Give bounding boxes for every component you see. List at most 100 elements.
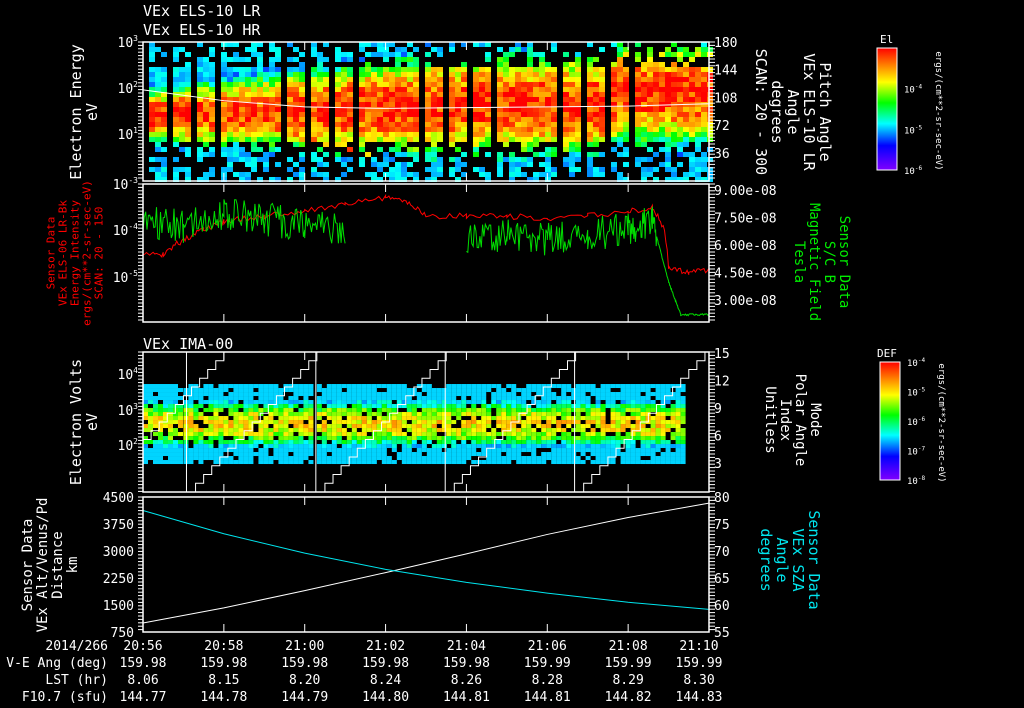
left-tick-label: 2250 (103, 572, 134, 587)
spectrogram-cell (395, 72, 401, 77)
spectrogram-cell (461, 62, 467, 67)
spectrogram-cell (683, 142, 689, 147)
spectrogram-cell (376, 404, 382, 409)
spectrogram-cell (509, 107, 515, 112)
spectrogram-cell (218, 400, 224, 405)
spectrogram-cell (163, 400, 168, 405)
spectrogram-cell (317, 132, 323, 137)
spectrogram-cell (396, 424, 402, 429)
spectrogram-cell (245, 67, 251, 72)
spectrogram-cell (383, 132, 389, 137)
spectrogram-cell (203, 432, 209, 437)
spectrogram-cell (233, 107, 239, 112)
spectrogram-cell (593, 87, 599, 92)
spectrogram-cell (701, 97, 707, 102)
spectrogram-cell (153, 456, 158, 461)
spectrogram-cell (298, 416, 304, 421)
spectrogram-cell (625, 460, 631, 465)
spectrogram-cell (635, 392, 641, 397)
spectrogram-cell (580, 440, 586, 445)
spectrogram-cell (659, 82, 665, 87)
spectrogram-cell (437, 112, 443, 117)
spectrogram-cell (361, 408, 367, 413)
spectrogram-cell (625, 432, 631, 437)
spectrogram-cell (680, 428, 686, 433)
spectrogram-cell (268, 436, 274, 441)
spectrogram-cell (223, 444, 229, 449)
spectrogram-cell (233, 416, 239, 421)
spectrogram-cell (221, 92, 227, 97)
spectrogram-cell (660, 412, 666, 417)
spectrogram-cell (298, 432, 304, 437)
spectrogram-cell (253, 408, 259, 413)
spectrogram-cell (431, 132, 437, 137)
spectrogram-cell (635, 408, 641, 413)
spectrogram-cell (635, 456, 641, 461)
spectrogram-cell (243, 444, 249, 449)
spectrogram-cell (647, 97, 653, 102)
spectrogram-cell (317, 102, 323, 107)
spectrogram-cell (308, 392, 314, 397)
spectrogram-cell (620, 420, 626, 425)
spectrogram-cell (575, 137, 581, 142)
spectrogram-cell (148, 392, 153, 397)
spectrogram-cell (238, 392, 244, 397)
spectrogram-cell (411, 428, 417, 433)
spectrogram-cell (595, 440, 601, 445)
spectrogram-cell (625, 384, 631, 389)
spectrogram-cell (288, 436, 294, 441)
spectrogram-cell (571, 416, 577, 421)
spectrogram-cell (521, 420, 527, 425)
spectrogram-cell (645, 428, 651, 433)
spectrogram-cell (316, 436, 322, 441)
spectrogram-cell (556, 396, 562, 401)
spectrogram-cell (501, 396, 507, 401)
spectrogram-cell (620, 424, 626, 429)
spectrogram-cell (273, 384, 279, 389)
spectrogram-cell (401, 102, 407, 107)
spectrogram-cell (347, 132, 353, 137)
spectrogram-cell (183, 400, 189, 405)
spectrogram-cell (683, 47, 689, 52)
spectrogram-cell (155, 142, 161, 147)
spectrogram-cell (326, 392, 332, 397)
spectrogram-cell (179, 137, 185, 142)
spectrogram-cell (257, 77, 263, 82)
spectrogram-cell (416, 436, 422, 441)
spectrogram-cell (208, 440, 214, 445)
spectrogram-cell (317, 122, 323, 127)
spectrogram-cell (509, 162, 515, 167)
spectrogram-cell (347, 92, 353, 97)
spectrogram-cell (545, 122, 551, 127)
spectrogram-cell (451, 412, 457, 417)
spectrogram-cell (411, 408, 417, 413)
spectrogram-cell (449, 172, 455, 177)
spectrogram-cell (361, 420, 367, 425)
spectrogram-cell (203, 440, 209, 445)
spectrogram-cell (449, 122, 455, 127)
spectrogram-cell (253, 432, 259, 437)
spectrogram-cell (326, 460, 332, 465)
spectrogram-cell (431, 72, 437, 77)
spectrogram-cell (316, 396, 322, 401)
spectrogram-cell (473, 112, 479, 117)
spectrogram-cell (341, 420, 347, 425)
spectrogram-cell (551, 112, 557, 117)
spectrogram-cell (153, 396, 158, 401)
spectrogram-cell (630, 432, 636, 437)
spectrogram-cell (533, 87, 539, 92)
spectrogram-cell (539, 52, 545, 57)
spectrogram-cell (273, 408, 279, 413)
spectrogram-cell (707, 52, 713, 57)
spectrogram-cell (620, 460, 626, 465)
spectrogram-cell (173, 420, 178, 425)
spectrogram-cell (569, 127, 575, 132)
spectrogram-cell (585, 388, 591, 393)
spectrogram-cell (331, 456, 337, 461)
spectrogram-cell (521, 112, 527, 117)
spectrogram-cell (611, 132, 617, 137)
spectrogram-cell (571, 388, 577, 393)
spectrogram-cell (227, 157, 233, 162)
spectrogram-cell (575, 57, 581, 62)
spectrogram-cell (587, 72, 593, 77)
